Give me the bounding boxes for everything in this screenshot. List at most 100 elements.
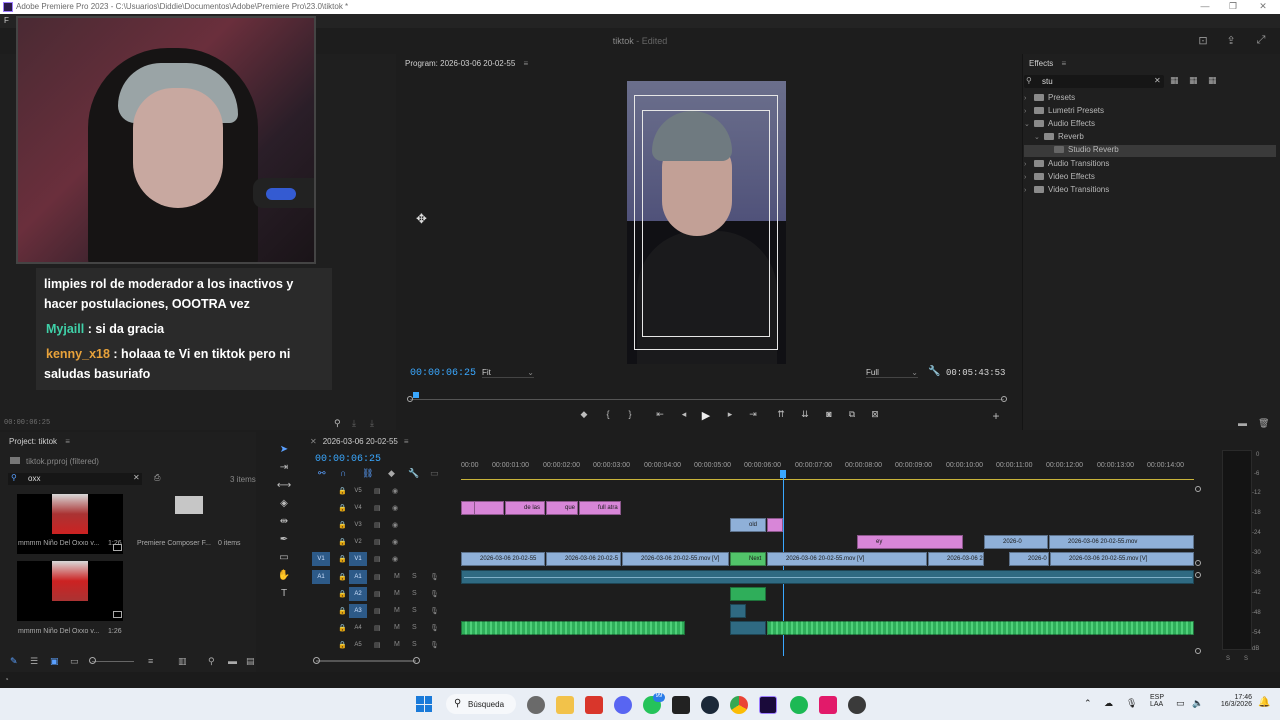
solo-button[interactable]: S [412,624,417,631]
mute-button[interactable]: M [394,573,400,580]
network-icon[interactable]: ▭ [1176,698,1185,709]
scrubber-start-handle[interactable] [407,396,413,402]
program-menu-icon[interactable]: ≡ [524,59,529,68]
effects-item-audio-transitions[interactable]: › Audio Transitions [1024,159,1274,171]
solo-left-button[interactable]: S [1226,656,1230,662]
project-tab[interactable]: Project: tiktok ≡ [9,437,70,446]
filter-icon[interactable]: ⚲ [334,418,341,429]
wrench-icon[interactable]: 🔧 [408,468,419,479]
sync-lock-icon[interactable]: ▤ [374,590,381,598]
track-label[interactable]: A2 [349,587,367,601]
clip-video[interactable]: 2026-03-06 2 [928,552,984,566]
mic-icon[interactable]: 🎙 [430,590,439,598]
lock-icon[interactable]: 🔒 [338,521,347,529]
eye-icon[interactable]: ◉ [392,555,398,563]
eye-icon[interactable]: ◉ [392,487,398,495]
clip-graphic[interactable]: full atra [579,501,621,515]
track-label[interactable]: A1 [349,570,367,584]
track-label[interactable]: A4 [349,621,367,635]
clip-video[interactable]: 2026-03-06 20-02-55.mov [V] [767,552,927,566]
sync-lock-icon[interactable]: ▤ [374,504,381,512]
project-item-thumbnail[interactable] [17,561,123,621]
close-tab-icon[interactable]: ✕ [310,437,317,446]
effects-item-reverb[interactable]: ⌄ Reverb [1024,132,1274,144]
mic-icon[interactable]: 🎙 [430,624,439,632]
clip-video[interactable]: 2026-03-06 20-02-55.mov [V] [622,552,729,566]
effects-tab[interactable]: Effects ≡ [1029,59,1066,68]
effects-item-audio-effects[interactable]: ⌄ Audio Effects [1024,119,1274,131]
timeline-timecode[interactable]: 00:00:06:25 [315,454,381,465]
zoom-slider-handle[interactable] [89,657,96,664]
video-scroll-handle[interactable] [1195,560,1201,566]
selection-tool-icon[interactable]: ➤ [276,444,292,458]
clip-video[interactable]: Next [730,552,766,566]
clip-graphic[interactable] [474,501,504,515]
pencil-icon[interactable]: ✎ [10,656,18,667]
clip-audio[interactable] [730,604,746,618]
chrome-icon[interactable] [730,696,748,714]
scrubber-end-handle[interactable] [1001,396,1007,402]
sync-lock-icon[interactable]: ▤ [374,521,381,529]
scroll-handle-right[interactable] [413,657,420,664]
find-icon[interactable]: ⚲ [208,656,215,667]
new-bin-icon[interactable]: ▬ [1238,418,1247,428]
solo-button[interactable]: S [412,641,417,648]
sync-lock-icon[interactable]: ▤ [374,607,381,615]
tray-language[interactable]: ESP LAA [1150,694,1164,708]
snap-icon[interactable]: ∩ [340,468,346,478]
sort-icon[interactable]: ≡ [148,656,153,666]
sync-lock-icon[interactable]: ▤ [374,538,381,546]
timeline-horizontal-scrollbar[interactable] [316,660,416,662]
video-scroll-handle[interactable] [1195,486,1201,492]
tiktok-icon[interactable] [819,696,837,714]
work-area-bar[interactable] [461,479,1194,480]
lock-icon[interactable]: 🔒 [338,641,347,649]
clip-video[interactable]: 2026-03-06 20-02-5 [546,552,621,566]
lift-icon[interactable]: ⇈ [773,409,789,423]
clip-audio[interactable] [461,621,685,635]
clip-audio[interactable] [730,587,766,601]
discord-icon[interactable] [614,696,632,714]
clip-video[interactable]: 2026-03-06 20-02-55 [461,552,545,566]
premiere-taskbar-icon[interactable] [759,696,777,714]
tray-clock[interactable]: 17:46 16/3/2026 [1212,694,1252,708]
quick-export-icon[interactable]: ⊡ [1196,34,1210,48]
obs-icon[interactable] [527,696,545,714]
lock-icon[interactable]: 🔒 [338,607,347,615]
mute-button[interactable]: M [394,641,400,648]
type-tool-icon[interactable]: T [276,588,292,602]
scroll-handle-left[interactable] [313,657,320,664]
track-label[interactable]: V4 [349,501,367,515]
file-explorer-icon[interactable] [556,696,574,714]
source-patch-a1[interactable]: A1 [312,570,330,584]
razor-tool-icon[interactable]: ◈ [276,498,292,512]
tray-chevron-up-icon[interactable]: ⌃ [1084,698,1092,709]
insert-icon[interactable]: ⤓ [352,418,356,429]
rectangle-tool-icon[interactable]: ▭ [276,552,292,566]
lock-icon[interactable]: 🔒 [338,487,347,495]
mark-in-icon[interactable]: { [600,409,616,423]
clip-video[interactable]: old [730,518,766,532]
track-label[interactable]: V5 [349,484,367,498]
32bit-effects-icon[interactable]: ▦ [1189,75,1198,86]
menu-file[interactable]: F [4,16,9,25]
program-scrubber[interactable] [407,392,1007,405]
effects-item-video-effects[interactable]: › Video Effects [1024,172,1274,184]
minimize-icon[interactable]: — [1190,1,1220,13]
program-tab[interactable]: Program: 2026-03-06 20-02-55 ≡ [405,59,528,68]
share-icon[interactable]: ⇪ [1224,34,1238,48]
trash-icon[interactable]: 🗑 [1258,418,1269,429]
tray-mic-icon[interactable]: 🎙 [1126,698,1137,709]
steam-icon[interactable] [701,696,719,714]
windows-start-icon[interactable] [416,696,432,712]
sync-lock-icon[interactable]: ▤ [374,555,381,563]
mute-button[interactable]: M [394,607,400,614]
notifications-bell-icon[interactable]: 🔔 [1258,697,1270,708]
add-button-icon[interactable]: + [988,409,1004,423]
wrench-icon[interactable]: 🔧 [928,366,940,377]
compare-icon[interactable]: ⧉ [844,409,860,423]
lock-icon[interactable]: 🔒 [338,573,347,581]
clip-video[interactable]: 2026-0 [1009,552,1049,566]
lock-icon[interactable]: 🔒 [338,590,347,598]
ripple-edit-tool-icon[interactable]: ⟷ [276,480,292,494]
